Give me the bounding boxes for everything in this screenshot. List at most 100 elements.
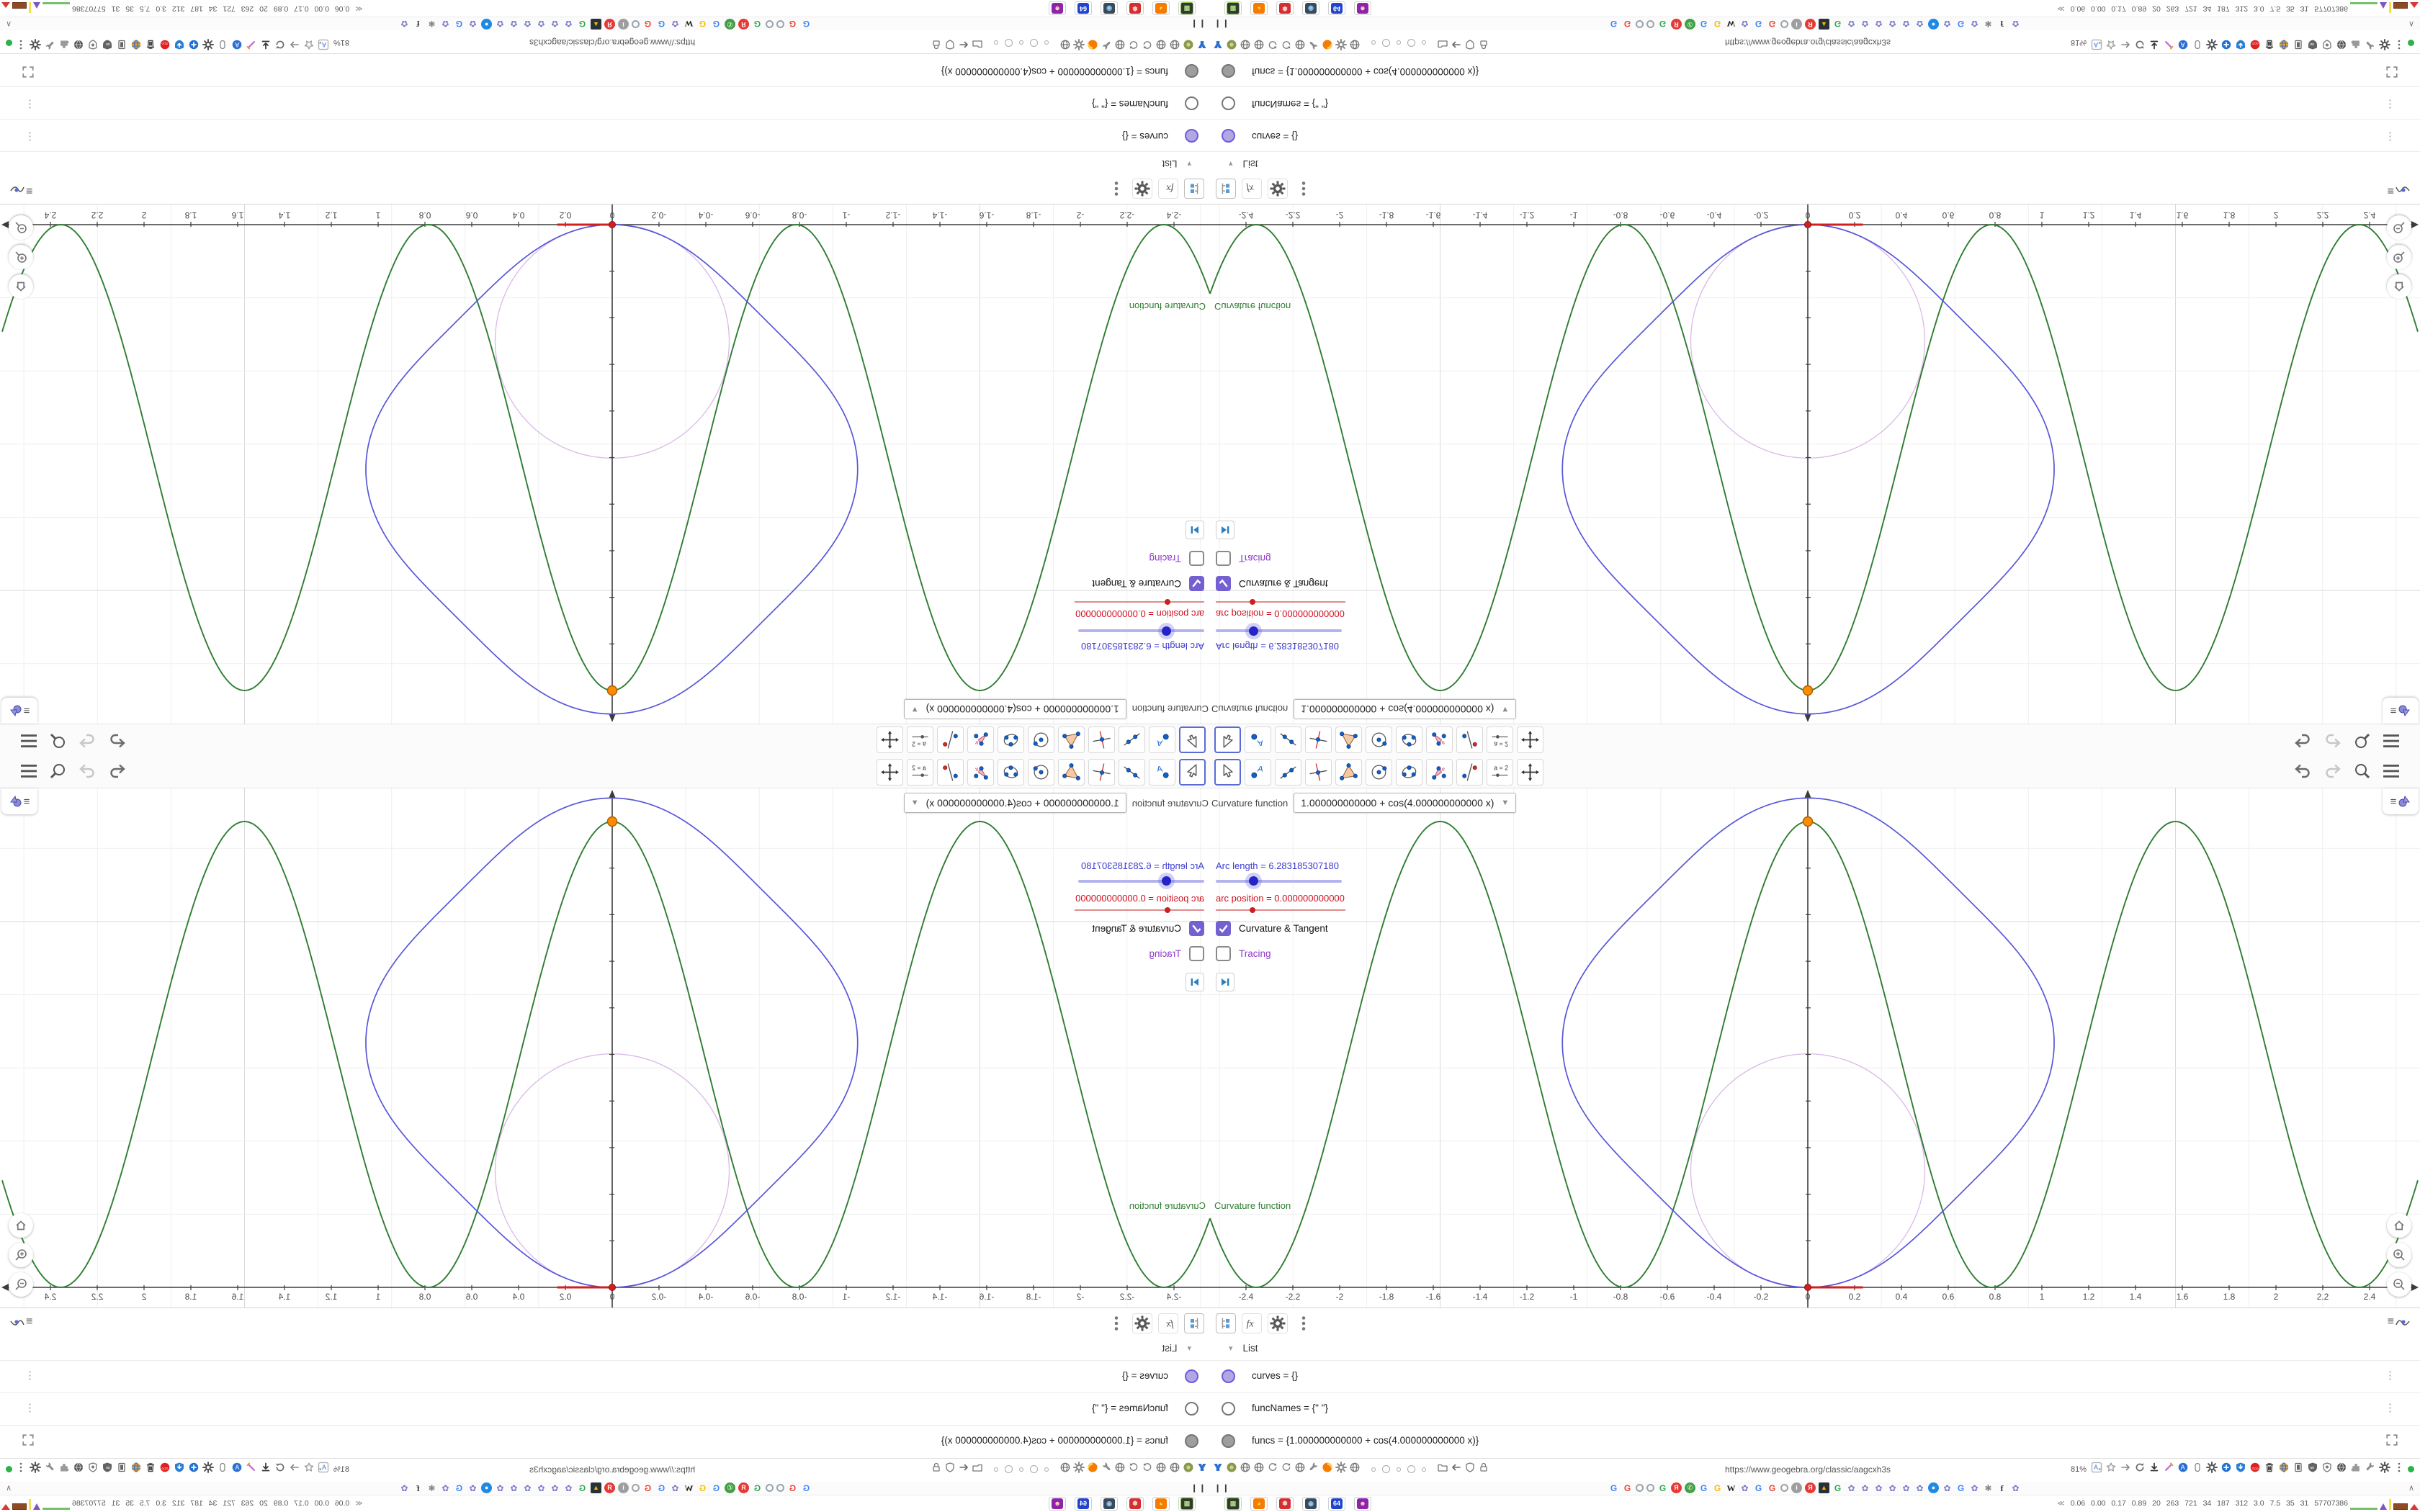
profile-dot[interactable] xyxy=(1044,1467,1049,1472)
zoom-out-button[interactable] xyxy=(2387,215,2411,240)
wrench-icon[interactable] xyxy=(1101,1462,1112,1477)
bookmark-gear-site-favicon[interactable]: ✱ xyxy=(426,1482,437,1493)
bookmark-f-site-favicon[interactable]: f xyxy=(1996,19,2007,30)
bookmark-gear-site-favicon[interactable]: ✱ xyxy=(1983,1482,1994,1493)
globe-icon[interactable] xyxy=(1253,1462,1265,1477)
tool-slider-button[interactable]: a = 2 xyxy=(1487,759,1513,786)
cat-app-taskbar-button[interactable]: ☻ xyxy=(1354,1497,1371,1511)
tool-reflect-button[interactable] xyxy=(937,759,964,786)
undo-icon[interactable] xyxy=(2293,733,2312,749)
algebra-collapse-icon[interactable]: ≡ xyxy=(2388,1315,2410,1328)
bookmark-site-ring-favicon[interactable] xyxy=(776,1484,784,1492)
algebra-view-button[interactable] xyxy=(1184,1313,1204,1333)
bookmark-site-ring-favicon[interactable] xyxy=(1636,20,1644,28)
shield-icon[interactable] xyxy=(944,1462,956,1477)
undo-icon[interactable] xyxy=(108,763,127,779)
translate-circle-icon[interactable]: A xyxy=(2177,1462,2189,1477)
translate-icon[interactable]: A xyxy=(2091,35,2102,50)
kebab-button[interactable] xyxy=(1106,179,1126,199)
row-menu-icon[interactable]: ⋮ xyxy=(2385,130,2396,143)
shield-badge-icon[interactable] xyxy=(2321,35,2333,50)
globe-icon[interactable] xyxy=(1294,35,1306,50)
ublock-icon[interactable]: uo xyxy=(2307,35,2318,50)
url-text[interactable]: https://www.geogebra.org/classic/aagcxh3… xyxy=(1613,1464,2002,1475)
search-icon[interactable] xyxy=(49,732,66,750)
algebra-view-button[interactable] xyxy=(1184,179,1204,199)
row-menu-icon[interactable]: ⋮ xyxy=(24,1401,35,1414)
tool-angle-button[interactable]: α xyxy=(1426,726,1453,753)
row-menu-icon[interactable]: ⋮ xyxy=(2385,1401,2396,1414)
firefox-app-taskbar-button[interactable]: ◕ xyxy=(1250,1497,1268,1511)
bookmark-site-ring-favicon[interactable] xyxy=(1636,1484,1644,1492)
translate-icon[interactable]: A xyxy=(318,35,329,50)
bookmark-generic-flower-favicon[interactable]: ✿ xyxy=(440,19,451,30)
tool-move-view-button[interactable] xyxy=(1517,726,1543,753)
bookmark-google-favicon[interactable]: G xyxy=(1767,19,1778,30)
bookmark-yandex-favicon[interactable]: Я xyxy=(604,19,615,30)
star-icon[interactable] xyxy=(2105,1462,2117,1477)
undo-icon[interactable] xyxy=(2293,763,2312,779)
profile-dot[interactable] xyxy=(1030,39,1038,47)
mouse-icon[interactable] xyxy=(2192,35,2203,50)
visibility-toggle-circle[interactable] xyxy=(1222,96,1235,110)
bookmark-generic-flower-favicon[interactable]: ✿ xyxy=(1914,1482,1925,1493)
undo-icon[interactable] xyxy=(108,733,127,749)
bookmark-chat-site-favicon[interactable]: ● xyxy=(481,1482,492,1493)
translate-icon[interactable]: A xyxy=(318,1462,329,1477)
url-text[interactable]: https://www.geogebra.org/classic/aagcxh3… xyxy=(1613,37,2002,48)
bookmark-google-favicon[interactable]: G xyxy=(1608,1482,1619,1493)
floppy-app-taskbar-button[interactable]: 64 xyxy=(1075,1497,1092,1511)
globe-dark-icon[interactable] xyxy=(2336,1462,2347,1477)
visibility-toggle-circle[interactable] xyxy=(1222,1369,1235,1383)
y-logo-icon[interactable] xyxy=(1196,1462,1208,1477)
profile-dot[interactable] xyxy=(1397,1467,1401,1472)
highlighter-icon[interactable] xyxy=(246,1462,257,1477)
visibility-toggle-circle[interactable] xyxy=(1185,96,1198,110)
bookmark-generic-flower-favicon[interactable]: ✿ xyxy=(1739,1482,1750,1493)
stylebar-toggle-button[interactable]: ≡ xyxy=(1,698,37,724)
tool-polygon-button[interactable] xyxy=(1058,759,1085,786)
algebra-collapse-icon[interactable]: ≡ xyxy=(10,1315,32,1328)
lock-icon[interactable] xyxy=(931,1462,942,1477)
bookmark-google-favicon[interactable]: G xyxy=(1712,1482,1723,1493)
algebra-list-row[interactable]: curves = {} ⋮ xyxy=(0,120,1210,152)
bookmark-site-ring-favicon[interactable] xyxy=(776,20,784,28)
bookmark-yandex-favicon[interactable]: Я xyxy=(1671,1482,1682,1493)
star-icon[interactable] xyxy=(303,35,315,50)
bookmark-generic-flower-favicon[interactable]: ✿ xyxy=(1969,19,1980,30)
menu-icon[interactable] xyxy=(20,764,37,778)
wrench-icon[interactable] xyxy=(1308,1462,1319,1477)
ublock-icon[interactable]: uo xyxy=(2307,1462,2318,1477)
settings-app-taskbar-button[interactable]: ✽ xyxy=(1276,1,1294,15)
globe-color-icon[interactable] xyxy=(2278,35,2290,50)
algebra-view-button[interactable] xyxy=(1216,1313,1236,1333)
globe-icon[interactable] xyxy=(1349,1462,1361,1477)
algebra-list-row[interactable]: funcNames = {" "} ⋮ xyxy=(1210,87,2420,120)
gear-dark-icon[interactable] xyxy=(2206,35,2218,50)
folder-icon[interactable] xyxy=(972,1462,983,1477)
bookmark-generic-flower-favicon[interactable]: ✿ xyxy=(550,1482,560,1493)
package-app-taskbar-button[interactable]: ▦ xyxy=(1178,1497,1196,1511)
bookmark-google-favicon[interactable]: G xyxy=(577,1482,588,1493)
search-icon[interactable] xyxy=(2354,732,2371,750)
bookmark-phone-site-favicon[interactable]: ✆ xyxy=(1685,19,1695,30)
bookmark-google-favicon[interactable]: G xyxy=(801,1482,812,1493)
profile-dot[interactable] xyxy=(1422,40,1426,45)
back-arrow-icon[interactable] xyxy=(958,1462,969,1477)
bookmark-generic-flower-favicon[interactable]: ✿ xyxy=(2010,19,2021,30)
sync-icon[interactable] xyxy=(1267,1462,1278,1477)
bookmark-google-favicon[interactable]: G xyxy=(1657,1482,1668,1493)
bookmark-google-favicon[interactable]: G xyxy=(454,1482,465,1493)
globe-icon[interactable] xyxy=(1169,1462,1180,1477)
shield-badge-icon[interactable] xyxy=(87,1462,99,1477)
bookmark-generic-flower-favicon[interactable]: ✿ xyxy=(536,1482,547,1493)
bookmark-generic-flower-favicon[interactable]: ✿ xyxy=(550,19,560,30)
bookmark-phone-site-favicon[interactable]: ✆ xyxy=(1685,1482,1695,1493)
kebab-icon[interactable] xyxy=(15,1462,27,1477)
arc-position-slider[interactable] xyxy=(1216,907,1345,913)
trash-icon[interactable] xyxy=(2264,1462,2275,1477)
list-collapse-chevron[interactable]: ▾ xyxy=(1187,159,1191,168)
folder-icon[interactable] xyxy=(1437,1462,1448,1477)
bookmark-warning-site-favicon[interactable]: ▲ xyxy=(591,1482,601,1493)
translate-icon[interactable]: A xyxy=(2091,1462,2102,1477)
